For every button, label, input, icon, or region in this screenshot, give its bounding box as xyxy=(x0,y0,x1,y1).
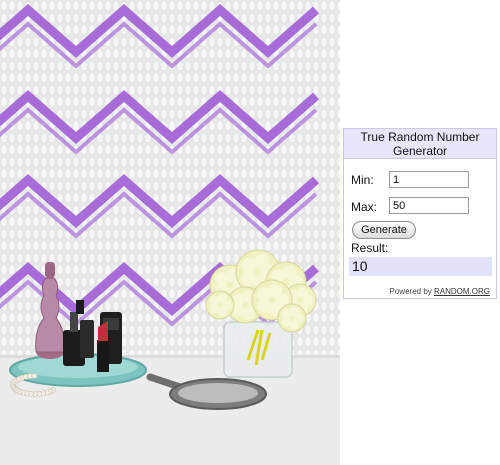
min-input[interactable] xyxy=(389,171,469,188)
generate-button[interactable]: Generate xyxy=(352,221,416,239)
powered-by: Powered by RANDOM.ORG xyxy=(390,287,490,296)
powered-by-text: Powered by xyxy=(389,287,432,296)
widget-title: True Random Number Generator xyxy=(344,129,496,159)
result-label: Result: xyxy=(351,241,389,255)
result-value: 10 xyxy=(349,257,492,276)
flower-petal xyxy=(268,283,283,298)
pearl xyxy=(31,373,38,379)
flower-petal xyxy=(282,265,297,280)
flower-petal xyxy=(217,293,228,304)
flower-petal xyxy=(253,253,270,270)
max-label: Max: xyxy=(351,200,378,214)
random-number-widget: True Random Number Generator Min: Max: G… xyxy=(343,128,497,299)
random-org-link[interactable]: RANDOM.ORG xyxy=(434,287,490,296)
min-label: Min: xyxy=(351,173,374,187)
flower-petal xyxy=(289,306,300,317)
max-input[interactable] xyxy=(389,197,469,214)
lipstick xyxy=(97,321,109,372)
flower-vase xyxy=(223,321,293,378)
decor-photo xyxy=(0,0,340,465)
flower-petal xyxy=(296,286,309,299)
